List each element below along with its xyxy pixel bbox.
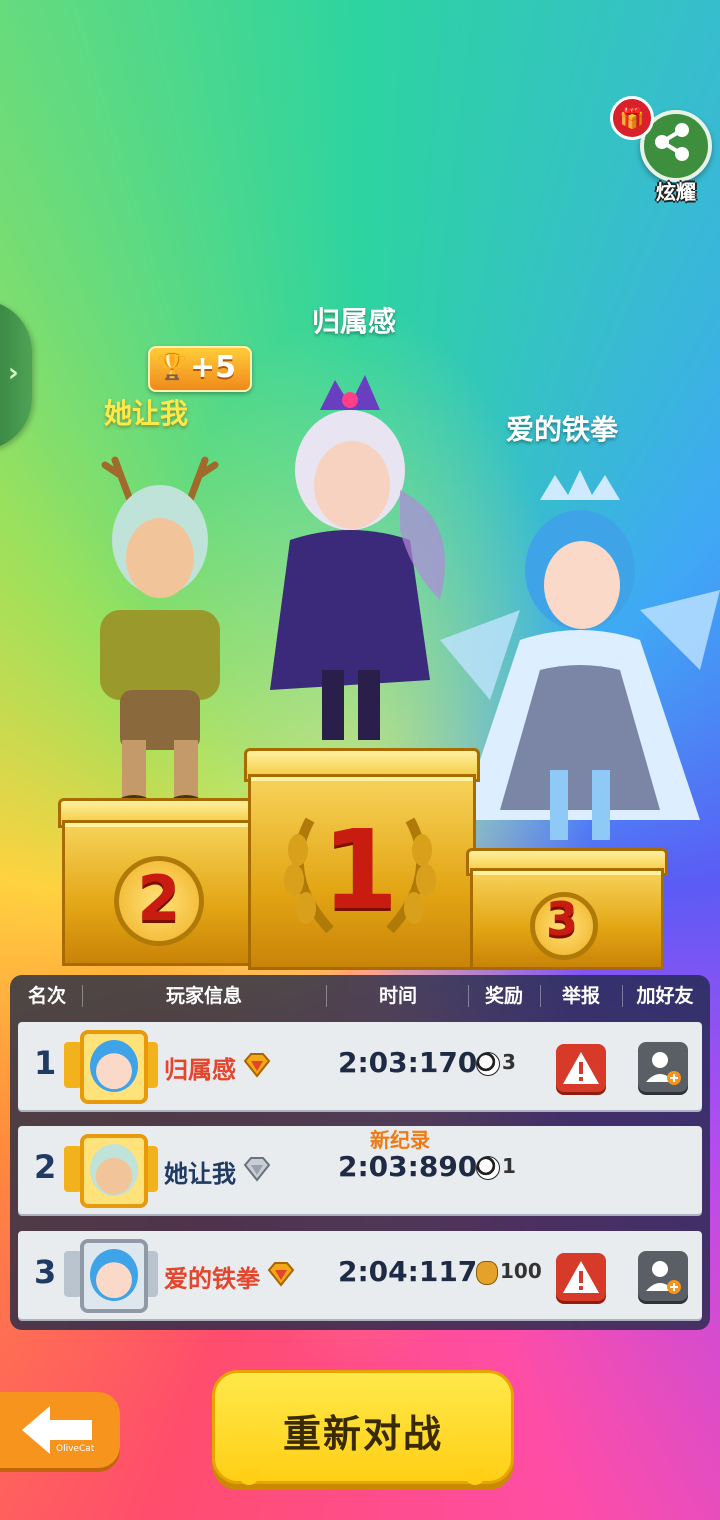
add-friend-button[interactable] — [638, 1251, 688, 1301]
silver-rank-gem-icon — [243, 1157, 271, 1182]
avatar — [90, 1040, 138, 1092]
button-drip — [239, 1469, 259, 1485]
back-button[interactable]: OliveCat — [0, 1392, 120, 1468]
add-friend-icon — [646, 1261, 681, 1294]
header-divider — [468, 985, 469, 1007]
reward: 3 — [476, 1050, 516, 1076]
finish-time: 2:04:117 — [338, 1255, 478, 1288]
reward-value: 100 — [500, 1259, 542, 1283]
row-rank: 1 — [34, 1044, 57, 1082]
header-reward: 奖励 — [484, 985, 523, 1007]
reward: 100 — [476, 1259, 542, 1285]
header-rank: 名次 — [27, 985, 66, 1007]
header-time: 时间 — [378, 985, 417, 1007]
gold-rank-gem-icon — [243, 1053, 271, 1078]
table-row: 1 归属感 2:03:170 3 — [18, 1022, 702, 1110]
report-button[interactable] — [556, 1253, 606, 1301]
add-friend-icon — [646, 1052, 681, 1085]
second-place-name: 她让我 — [104, 397, 189, 430]
finish-time: 2:03:890 — [338, 1150, 478, 1183]
row-rank: 3 — [34, 1253, 57, 1291]
gift-icon[interactable]: 🎁 — [610, 96, 654, 140]
back-watermark: OliveCat — [56, 1444, 95, 1454]
share-label: 炫耀 — [656, 180, 696, 204]
avatar-frame-gold — [62, 1128, 158, 1212]
header-add-friend: 加好友 — [636, 985, 694, 1007]
button-drip — [465, 1469, 485, 1485]
new-record-label: 新纪录 — [370, 1128, 430, 1152]
header-player-info: 玩家信息 — [165, 985, 242, 1007]
player-name: 她让我 — [164, 1160, 236, 1188]
soccer-ball-icon — [476, 1155, 500, 1180]
header-report: 举报 — [561, 985, 600, 1007]
table-row: 2 她让我 新纪录 2:03:890 1 — [18, 1126, 702, 1214]
warning-icon — [563, 1261, 599, 1293]
coin-bag-icon — [476, 1260, 498, 1285]
chevron-right-icon: › — [8, 358, 19, 388]
reward-value: 1 — [502, 1154, 516, 1178]
reward: 1 — [476, 1154, 516, 1180]
trophy-icon: 🏆 — [156, 352, 189, 382]
podium-second-number: 2 — [137, 862, 181, 935]
third-place-name: 爱的铁拳 — [506, 413, 619, 446]
reward-value: 3 — [502, 1050, 516, 1074]
first-place-name: 归属感 — [312, 305, 397, 338]
report-button[interactable] — [556, 1044, 606, 1092]
arrow-left-icon — [22, 1406, 92, 1454]
player-name: 归属感 — [164, 1056, 236, 1084]
avatar — [90, 1144, 138, 1196]
avatar-frame-silver — [62, 1233, 158, 1317]
header-divider — [326, 985, 327, 1007]
warning-icon — [563, 1052, 599, 1084]
row-rank: 2 — [34, 1148, 57, 1186]
podium-first-number: 1 — [321, 806, 399, 934]
avatar — [90, 1249, 138, 1301]
header-divider — [622, 985, 623, 1007]
finish-time: 2:03:170 — [338, 1046, 478, 1079]
header-divider — [540, 985, 541, 1007]
header-divider — [82, 985, 83, 1007]
table-row: 3 爱的铁拳 2:04:117 100 — [18, 1231, 702, 1319]
podium-third-number: 3 — [545, 892, 578, 946]
rematch-button[interactable]: 重新对战 — [212, 1370, 514, 1485]
player-name: 爱的铁拳 — [164, 1265, 260, 1293]
add-friend-button[interactable] — [638, 1042, 688, 1092]
gold-rank-gem-icon — [267, 1262, 295, 1287]
rematch-label: 重新对战 — [282, 1412, 443, 1456]
avatar-frame-gold — [62, 1024, 158, 1108]
soccer-ball-icon — [476, 1051, 500, 1076]
